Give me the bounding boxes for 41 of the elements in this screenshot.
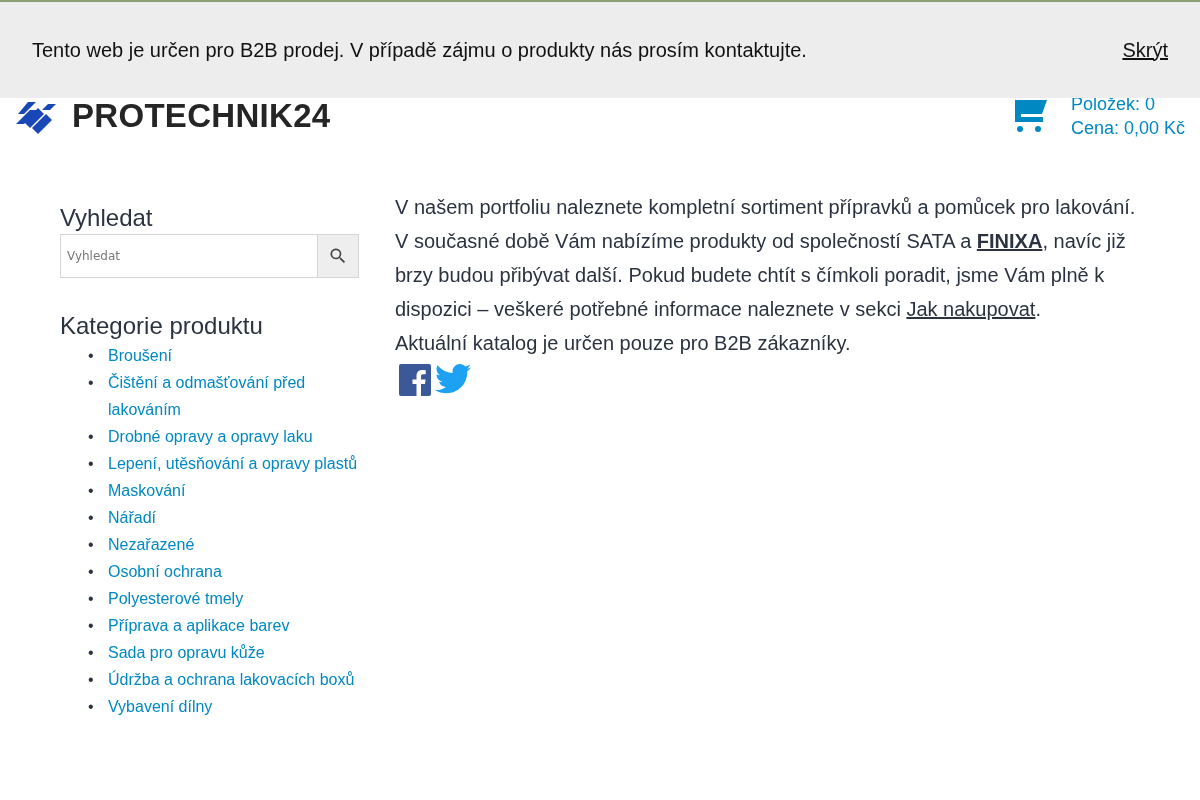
bullet: •: [88, 481, 95, 501]
category-link[interactable]: Příprava a aplikace barev: [108, 612, 290, 639]
category-link[interactable]: Osobní ochrana: [108, 558, 222, 585]
category-link[interactable]: Sada pro opravu kůže: [108, 639, 265, 666]
bullet: •: [88, 562, 95, 582]
category-link[interactable]: Čištění a odmašťování před lakováním: [108, 369, 359, 423]
dismiss-link[interactable]: Skrýt: [1122, 38, 1168, 62]
logo-text[interactable]: PROTECHNIK24: [72, 97, 331, 135]
search-button[interactable]: [317, 234, 359, 278]
category-link[interactable]: Nezařazené: [108, 531, 195, 558]
bird-icon[interactable]: [435, 364, 471, 394]
bullet: •: [88, 427, 95, 447]
category-link[interactable]: Maskování: [108, 477, 186, 504]
category-link[interactable]: Vybavení dílny: [108, 693, 213, 720]
bullet: •: [88, 508, 95, 528]
bullet: •: [88, 589, 95, 609]
search-heading: Vyhledat: [60, 204, 154, 232]
cart-price: Cena: 0,00 Kč: [1070, 117, 1185, 140]
text-link[interactable]: Jak nakupovat: [906, 298, 1036, 320]
cart-icon[interactable]: [1012, 98, 1049, 134]
category-link[interactable]: Údržba a ochrana lakovacích boxů: [108, 666, 355, 693]
categories-heading: Kategorie produktu: [60, 312, 264, 340]
category-link[interactable]: Broušení: [108, 342, 173, 369]
bullet: •: [88, 697, 95, 717]
category-link[interactable]: Polyesterové tmely: [108, 585, 244, 612]
banner-message: Tento web je určen pro B2B prodej. V případě zájmu o produkty nás prosím kontaktujte.: [32, 38, 807, 62]
facebook-icon[interactable]: [399, 364, 431, 396]
bullet: •: [88, 616, 95, 636]
search-field[interactable]: Vyhledat: [60, 234, 317, 278]
search-icon: [328, 246, 348, 266]
category-link[interactable]: Lepení, utěsňování a opravy plastů: [108, 450, 358, 477]
bullet: •: [88, 535, 95, 555]
bullet: •: [88, 670, 95, 690]
paragraph: Aktuální katalog je určen pouze pro B2B zákazníky.: [395, 331, 852, 356]
bullet: •: [88, 373, 95, 393]
category-link[interactable]: Drobné opravy a opravy laku: [108, 423, 313, 450]
bullet: •: [88, 643, 95, 663]
paragraph: V našem portfoliu naleznete kompletní sortiment přípravků a pomůcek pro lakování. V současné době Vám nabízíme produkty od společností SATA a FINIXA, navíc již brzy budou přibývat další. Pokud budete chtít s čímkoli poradit, jsme Vám plně k dispozici – veškeré potřebné informace naleznete v sekci Jak nakupovat.: [395, 195, 1137, 322]
bullet: •: [88, 346, 95, 366]
category-link[interactable]: Nářadí: [108, 504, 157, 531]
bullet: •: [88, 454, 95, 474]
